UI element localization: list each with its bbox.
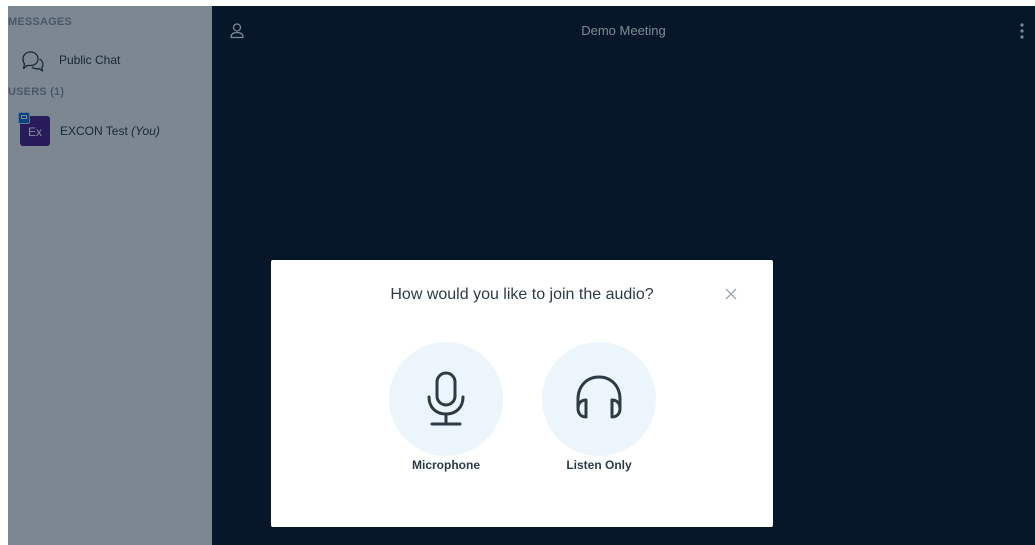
microphone-circle — [389, 342, 503, 456]
microphone-button[interactable]: Microphone — [389, 342, 503, 482]
close-icon[interactable] — [723, 286, 739, 302]
listen-only-label: Listen Only — [566, 458, 632, 472]
listen-only-button[interactable]: Listen Only — [542, 342, 656, 482]
modal-title: How would you like to join the audio? — [390, 286, 654, 303]
microphone-icon — [427, 371, 465, 426]
app-frame: MESSAGES Public Chat USERS (1) Ex EXCON … — [8, 6, 1035, 545]
audio-modal: How would you like to join the audio? Mi… — [271, 260, 773, 527]
headphones-icon — [576, 375, 622, 419]
listen-only-circle — [542, 342, 656, 456]
microphone-label: Microphone — [412, 458, 480, 472]
